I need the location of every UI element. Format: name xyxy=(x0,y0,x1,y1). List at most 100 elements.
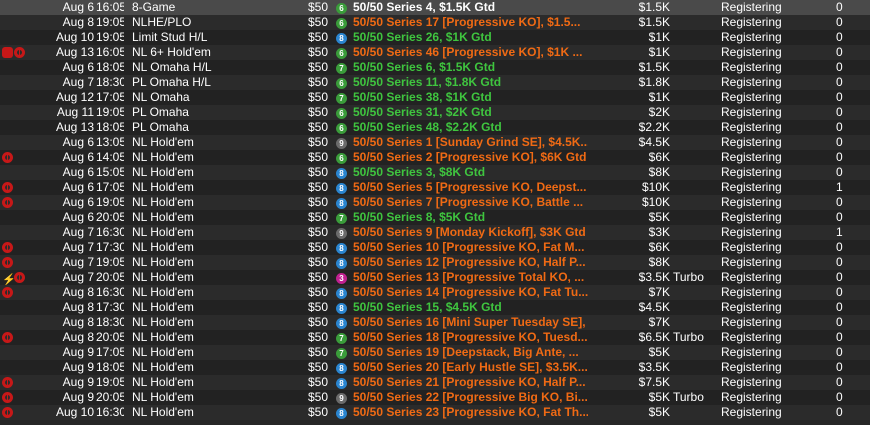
seat-count: 6 xyxy=(336,123,347,134)
speed-type xyxy=(673,285,718,300)
entries: 0 xyxy=(836,315,843,329)
start-time: 17:05 xyxy=(96,90,124,104)
start-date: Aug 6 xyxy=(62,210,94,224)
tournament-name: 50/50 Series 17 [Progressive KO], $1.5..… xyxy=(353,15,581,29)
entries: 1 xyxy=(836,225,843,239)
game-type: PL Omaha xyxy=(132,120,189,134)
table-size-badge: 6 xyxy=(336,15,350,30)
table-size-badge: 8 xyxy=(336,285,350,300)
start-date: Aug 7 xyxy=(62,255,94,269)
tournament-row[interactable]: Aug 6 20:05 NL Hold'em $50 7 50/50 Series 8, … xyxy=(0,210,870,225)
tournament-row[interactable]: Aug 6 13:05 NL Hold'em $50 9 50/50 Series 1 [… xyxy=(0,135,870,150)
status: Registering xyxy=(721,90,782,104)
tournament-name: 50/50 Series 10 [Progressive KO, Fat M..… xyxy=(353,240,585,254)
tournament-name: 50/50 Series 1 [Sunday Grind SE], $4.5K.… xyxy=(353,135,588,149)
entries: 0 xyxy=(836,360,843,374)
table-size-badge: 8 xyxy=(336,180,350,195)
tournament-name: 50/50 Series 23 [Progressive KO, Fat Th.… xyxy=(353,405,588,419)
entries: 0 xyxy=(836,90,843,104)
entries: 0 xyxy=(836,30,843,44)
entries: 0 xyxy=(836,45,843,59)
tournament-row[interactable]: Aug 8 20:05 NL Hold'em $50 7 50/50 Series 18 … xyxy=(0,330,870,345)
table-size-badge: 8 xyxy=(336,240,350,255)
prize-pool: $5K xyxy=(648,345,670,359)
row-icons xyxy=(2,405,32,420)
game-type: NL Hold'em xyxy=(132,225,194,239)
tournament-row[interactable]: Aug 7 18:30 PL Omaha H/L $50 6 50/50 Series 1… xyxy=(0,75,870,90)
tournament-list[interactable]: Aug 6 16:05 8-Game $50 6 50/50 Series 4, $1.5… xyxy=(0,0,870,425)
tournament-row[interactable]: Aug 6 16:05 8-Game $50 6 50/50 Series 4, $1.5… xyxy=(0,0,870,15)
game-type: NL 6+ Hold'em xyxy=(132,45,211,59)
speed-type xyxy=(673,30,718,45)
game-type: NL Omaha H/L xyxy=(132,60,212,74)
tournament-row[interactable]: Aug 10 19:05 Limit Stud H/L $50 8 50/50 Serie… xyxy=(0,30,870,45)
prize-pool: $3.5K xyxy=(638,270,670,284)
tournament-row[interactable]: Aug 8 17:30 NL Hold'em $50 8 50/50 Series 15,… xyxy=(0,300,870,315)
tournament-row[interactable]: Aug 7 16:30 NL Hold'em $50 9 50/50 Series 9 [… xyxy=(0,225,870,240)
speed-type xyxy=(673,90,718,105)
seat-count: 7 xyxy=(336,213,347,224)
prize-pool: $10K xyxy=(641,195,670,209)
tournament-row[interactable]: Aug 7 19:05 NL Hold'em $50 8 50/50 Series 12 … xyxy=(0,255,870,270)
game-type: NL Hold'em xyxy=(132,285,194,299)
status: Registering xyxy=(721,30,782,44)
tournament-row[interactable]: Aug 6 14:05 NL Hold'em $50 6 50/50 Series 2 [… xyxy=(0,150,870,165)
buy-in: $50 xyxy=(307,300,328,314)
table-size-badge: 9 xyxy=(336,225,350,240)
buy-in: $50 xyxy=(307,0,328,14)
start-time: 16:30 xyxy=(96,405,124,419)
tournament-row[interactable]: Aug 9 20:05 NL Hold'em $50 9 50/50 Series 22 … xyxy=(0,390,870,405)
tournament-row[interactable]: Aug 9 19:05 NL Hold'em $50 8 50/50 Series 21 … xyxy=(0,375,870,390)
tournament-row[interactable]: Aug 8 16:30 NL Hold'em $50 8 50/50 Series 14 … xyxy=(0,285,870,300)
tournament-name: 50/50 Series 11, $1.8K Gtd xyxy=(353,75,502,89)
row-icons xyxy=(2,195,32,210)
start-date: Aug 7 xyxy=(62,240,94,254)
speed-type xyxy=(673,240,718,255)
status: Registering xyxy=(721,180,782,194)
tournament-row[interactable]: Aug 8 19:05 NLHE/PLO $50 6 50/50 Series 17 [P… xyxy=(0,15,870,30)
prize-pool: $4.5K xyxy=(638,135,670,149)
prize-pool: $7.5K xyxy=(638,375,670,389)
bounty-icon xyxy=(2,332,13,343)
status: Registering xyxy=(721,225,782,239)
status: Registering xyxy=(721,195,782,209)
speed-type xyxy=(673,375,718,390)
entries: 0 xyxy=(836,150,843,164)
start-time: 18:30 xyxy=(96,315,124,329)
status: Registering xyxy=(721,300,782,314)
tournament-row[interactable]: Aug 8 18:30 NL Hold'em $50 8 50/50 Series 16 … xyxy=(0,315,870,330)
prize-pool: $10K xyxy=(641,180,670,194)
tournament-row[interactable]: Aug 13 18:05 PL Omaha $50 6 50/50 Series 48, … xyxy=(0,120,870,135)
tournament-row[interactable]: ⚡ Aug 7 20:05 NL Hold'em $50 3 50/50 Series 13… xyxy=(0,270,870,285)
tournament-row[interactable]: Aug 11 19:05 PL Omaha $50 6 50/50 Series 31, … xyxy=(0,105,870,120)
tournament-row[interactable]: Aug 13 16:05 NL 6+ Hold'em $50 6 50/50 Series… xyxy=(0,45,870,60)
tournament-row[interactable]: Aug 9 17:05 NL Hold'em $50 7 50/50 Series 19 … xyxy=(0,345,870,360)
buy-in: $50 xyxy=(307,195,328,209)
buy-in: $50 xyxy=(307,285,328,299)
tournament-name: 50/50 Series 20 [Early Hustle SE], $3.5K… xyxy=(353,360,588,374)
prize-pool: $1.8K xyxy=(638,75,670,89)
tournament-row[interactable]: Aug 12 17:05 NL Omaha $50 7 50/50 Series 38, … xyxy=(0,90,870,105)
row-icons xyxy=(2,45,32,60)
seat-count: 8 xyxy=(336,198,347,209)
start-date: Aug 10 xyxy=(55,30,94,44)
prize-pool: $1K xyxy=(648,30,670,44)
tournament-row[interactable]: Aug 6 17:05 NL Hold'em $50 8 50/50 Series 5 [… xyxy=(0,180,870,195)
entries: 0 xyxy=(836,0,843,14)
tournament-row[interactable]: Aug 6 19:05 NL Hold'em $50 8 50/50 Series 7 [… xyxy=(0,195,870,210)
start-time: 20:05 xyxy=(96,270,124,284)
tournament-row[interactable]: Aug 9 18:05 NL Hold'em $50 8 50/50 Series 20 … xyxy=(0,360,870,375)
tournament-row[interactable]: Aug 10 16:30 NL Hold'em $50 8 50/50 Series 23… xyxy=(0,405,870,420)
tournament-row[interactable]: Aug 7 17:30 NL Hold'em $50 8 50/50 Series 10 … xyxy=(0,240,870,255)
prize-pool: $1.5K xyxy=(638,60,670,74)
start-time: 19:05 xyxy=(96,255,124,269)
tournament-row[interactable]: Aug 6 18:05 NL Omaha H/L $50 7 50/50 Series 6… xyxy=(0,60,870,75)
start-date: Aug 9 xyxy=(62,390,94,404)
start-time: 19:05 xyxy=(96,105,124,119)
game-type: PL Omaha H/L xyxy=(132,75,211,89)
table-row-partial[interactable] xyxy=(0,420,870,425)
table-size-badge: 8 xyxy=(336,30,350,45)
entries: 0 xyxy=(836,195,843,209)
tournament-row[interactable]: Aug 6 15:05 NL Hold'em $50 8 50/50 Series 3, … xyxy=(0,165,870,180)
table-size-badge: 6 xyxy=(336,105,350,120)
